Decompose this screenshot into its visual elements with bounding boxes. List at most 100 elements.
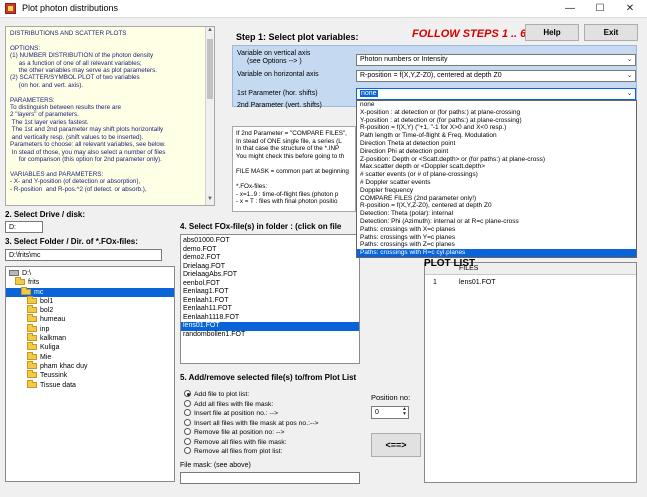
folder-tree-item[interactable]: frits xyxy=(6,277,174,287)
dropdown-option[interactable]: none xyxy=(357,101,636,109)
folder-icon xyxy=(27,379,37,388)
fox-file-item[interactable]: abs01000.FOT xyxy=(181,237,359,246)
info-scrollbar[interactable]: ▲ ▼ xyxy=(205,27,214,205)
folder-tree[interactable]: D:\ frits mc bol1 bol2 humeau inp kalkman Kuliga… xyxy=(5,266,175,482)
fox-file-item[interactable]: DrielaagAbs.FOT xyxy=(181,271,359,280)
fox-file-item[interactable]: Eenlaah1.FOT xyxy=(181,297,359,306)
fox-files-list[interactable]: abs01000.FOT demo.FOT demo2.FOT Drielaag.FO… xyxy=(180,234,360,364)
param1-dropdown-list[interactable]: none X-position : at detection or (for pa… xyxy=(356,100,637,258)
radio-button[interactable] xyxy=(184,437,191,445)
scroll-thumb[interactable] xyxy=(207,39,213,99)
radio-button[interactable] xyxy=(184,418,191,426)
folder-name: kalkman xyxy=(40,335,67,343)
folder-name: Mie xyxy=(40,353,52,361)
dropdown-option[interactable]: R-position = f(X,Y,Z-Z0), centered at de… xyxy=(357,202,636,210)
dropdown-option[interactable]: Paths: crossings with R=c cyl.planes xyxy=(357,249,636,257)
fox-file-item[interactable]: Eenlaah11.FOT xyxy=(181,305,359,314)
add-remove-option[interactable]: Insert file at position no.: --> xyxy=(184,409,278,418)
fox-file-item[interactable]: demo2.FOT xyxy=(181,254,359,263)
window-title: Plot photon distributions xyxy=(22,3,119,13)
chevron-down-icon[interactable]: ⌄ xyxy=(624,89,635,99)
file-mask-input[interactable] xyxy=(180,472,360,484)
radio-button[interactable] xyxy=(184,399,191,407)
folder-name: mc xyxy=(34,288,44,296)
radio-button[interactable] xyxy=(184,447,191,454)
dropdown-option[interactable]: Direction Phi at detection point xyxy=(357,148,636,156)
add-remove-option[interactable]: Add file to plot list: xyxy=(184,390,249,399)
folder-icon xyxy=(27,370,37,379)
help-button[interactable]: Help xyxy=(525,24,579,41)
step1-label: Step 1: Select plot variables: xyxy=(236,32,359,42)
dropdown-option[interactable]: Path length or Time-of-flight & Freq. Mo… xyxy=(357,132,636,140)
option-label: Remove all files with file mask: xyxy=(194,438,287,446)
close-button[interactable]: ✕ xyxy=(616,0,644,18)
fox-file-item[interactable]: eenbol.FOT xyxy=(181,280,359,289)
info-text: DISTRIBUTIONS AND SCATTER PLOTS OPTIONS:… xyxy=(10,30,166,193)
folder-path-input[interactable]: D:\frits\mc xyxy=(5,249,162,261)
vertical-axis-select[interactable]: Photon numbers or Intensity ⌄ xyxy=(356,54,636,66)
option-label: Insert file at position no.: --> xyxy=(194,410,279,417)
transfer-button[interactable]: <==> xyxy=(371,433,421,457)
dropdown-option[interactable]: Max.scatter depth or <Doppler scatt.dept… xyxy=(357,163,636,171)
folder-name: humeau xyxy=(40,316,66,324)
scroll-down-icon[interactable]: ▼ xyxy=(206,196,214,205)
dropdown-option[interactable]: Detection: Theta (polar): internal xyxy=(357,210,636,218)
folder-tree-item[interactable]: Tissue data xyxy=(6,379,174,390)
radio-button[interactable] xyxy=(184,390,191,397)
exit-button[interactable]: Exit xyxy=(584,24,638,41)
fox-file-item[interactable]: Eenlaag1.FOT xyxy=(181,288,359,297)
fox-files-label: 4. Select FOx-file(s) in folder : (click… xyxy=(180,222,342,231)
horizontal-axis-label: Variable on horizontal axis xyxy=(237,71,319,78)
maximize-button[interactable]: ☐ xyxy=(586,0,614,18)
position-input[interactable]: 0 ▲ ▼ xyxy=(371,406,409,419)
drive-input[interactable]: D: xyxy=(5,221,43,233)
param1-select[interactable]: none ⌄ xyxy=(356,88,636,100)
scroll-up-icon[interactable]: ▲ xyxy=(206,27,214,36)
fox-file-item[interactable]: Eenlaah1118.FOT xyxy=(181,314,359,323)
folder-icon xyxy=(27,333,37,342)
plot-list-row-file[interactable]: lens01.FOT xyxy=(459,279,496,286)
add-remove-option[interactable]: Insert all files with file mask at pos n… xyxy=(184,418,318,428)
option-label: Add file to plot list: xyxy=(194,391,250,398)
fox-file-item[interactable]: Drielaag.FOT xyxy=(181,263,359,272)
app-icon xyxy=(5,3,16,14)
fox-file-item[interactable]: lens01.FOT xyxy=(181,322,359,331)
dropdown-option[interactable]: Y-position : at detection or (for paths:… xyxy=(357,117,636,125)
chevron-down-icon[interactable]: ⌄ xyxy=(624,71,635,81)
fox-file-item[interactable]: randombollen1.FOT xyxy=(181,331,359,340)
folder-tree-item[interactable]: D:\ xyxy=(6,269,174,278)
dropdown-option[interactable]: Direction Theta at detection point xyxy=(357,140,636,148)
horizontal-axis-select[interactable]: R-position = f(X,Y,Z-Z0), centered at de… xyxy=(356,70,636,82)
add-remove-option[interactable]: Remove all files with file mask: xyxy=(184,437,287,447)
dropdown-option[interactable]: Z-position: Depth or <Scatt.depth> or (f… xyxy=(357,156,636,164)
fox-file-item[interactable]: demo.FOT xyxy=(181,246,359,255)
chevron-down-icon[interactable]: ⌄ xyxy=(624,55,635,65)
dropdown-option[interactable]: # scatter events (or # of plane-crossing… xyxy=(357,171,636,179)
folder-name: pham khac duy xyxy=(40,362,88,370)
option-label: Remove all files from plot list: xyxy=(194,448,283,455)
dropdown-option[interactable]: Paths: crossings with Z=c planes xyxy=(357,241,636,249)
plot-list-table[interactable]: FILES 1 lens01.FOT xyxy=(424,262,637,483)
dropdown-option[interactable]: R-position = f(X,Y) ("+1, "-1 for X>0 an… xyxy=(357,124,636,132)
vertical-axis-label: Variable on vertical axis xyxy=(237,50,311,57)
spin-icon[interactable]: ▲ ▼ xyxy=(402,407,407,417)
dropdown-option[interactable]: Paths: crossings with X=c planes xyxy=(357,226,636,234)
dropdown-option[interactable]: Paths: crossings with Y=c planes xyxy=(357,234,636,242)
dropdown-option[interactable]: # Doppler scatter events xyxy=(357,179,636,187)
dropdown-option[interactable]: Doppler frequency xyxy=(357,187,636,195)
dropdown-option[interactable]: Detection: Phi (Azimuth): internal or at… xyxy=(357,218,636,226)
dropdown-option[interactable]: COMPARE FILES (2nd parameter only!) xyxy=(357,195,636,203)
radio-button[interactable] xyxy=(184,409,191,416)
plot-list-row-number[interactable]: 1 xyxy=(433,279,437,286)
file-mask-label: File mask: (see above) xyxy=(180,462,251,469)
add-remove-option[interactable]: Remove all files from plot list: xyxy=(184,447,282,456)
dropdown-option[interactable]: X-position : at detection or (for paths:… xyxy=(357,109,636,117)
info-text-panel[interactable]: DISTRIBUTIONS AND SCATTER PLOTS OPTIONS:… xyxy=(5,26,215,206)
follow-steps-label: FOLLOW STEPS 1 .. 6 xyxy=(412,28,527,40)
add-remove-option[interactable]: Remove file at position no: --> xyxy=(184,428,284,437)
add-remove-option[interactable]: Add all files with file mask: xyxy=(184,399,273,409)
option-label: Remove file at position no: --> xyxy=(194,429,285,436)
folder-icon xyxy=(27,342,37,351)
minimize-button[interactable]: — xyxy=(556,0,584,18)
radio-button[interactable] xyxy=(184,428,191,435)
